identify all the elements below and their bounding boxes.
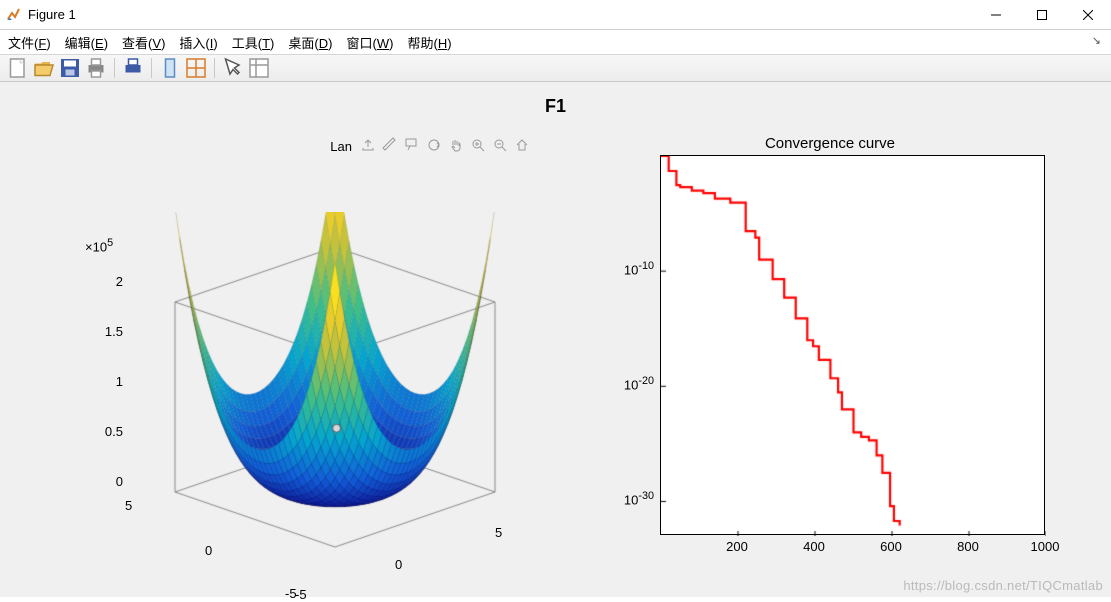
figure-client: F1 Lan ×105 2 1.5 1 0.5 0 5 0 -5 [0, 82, 1111, 597]
surface-plot[interactable] [135, 212, 535, 572]
toolbar-separator [151, 58, 152, 78]
chevron-down-icon[interactable]: ↘ [1092, 34, 1101, 47]
print-preview-button[interactable] [121, 57, 145, 79]
toolbar [0, 54, 1111, 82]
plot-box [660, 155, 1045, 535]
home-icon[interactable] [514, 137, 530, 156]
maximize-button[interactable] [1019, 0, 1065, 30]
pointer-button[interactable] [221, 57, 245, 79]
menu-file[interactable]: 文件(F) [8, 33, 51, 52]
figure-title: F1 [0, 96, 1111, 117]
close-button[interactable] [1065, 0, 1111, 30]
menu-bar: 文件(F) 编辑(E) 查看(V) 插入(I) 工具(T) 桌面(D) 窗口(W… [0, 30, 1111, 54]
rotate-icon[interactable] [426, 137, 442, 156]
minimize-button[interactable] [973, 0, 1019, 30]
menu-edit[interactable]: 编辑(E) [65, 33, 108, 52]
axes-toolbar-label: Lan [330, 139, 352, 154]
zoom-in-icon[interactable] [470, 137, 486, 156]
layout-button[interactable] [184, 57, 208, 79]
convergence-axes[interactable]: Convergence curve 10-10 10-20 10-30 200 … [610, 137, 1050, 567]
surface-axes[interactable]: Lan ×105 2 1.5 1 0.5 0 5 0 -5 -5 0 5 [75, 142, 545, 572]
print-button[interactable] [84, 57, 108, 79]
window-title: Figure 1 [28, 7, 76, 22]
pan-icon[interactable] [448, 137, 464, 156]
zoom-out-icon[interactable] [492, 137, 508, 156]
menu-help[interactable]: 帮助(H) [407, 33, 451, 52]
watermark: https://blog.csdn.net/TIQCmatlab [903, 578, 1103, 593]
menu-view[interactable]: 查看(V) [122, 33, 165, 52]
save-button[interactable] [58, 57, 82, 79]
new-button[interactable] [6, 57, 30, 79]
data-cursor-button[interactable] [247, 57, 271, 79]
menu-insert[interactable]: 插入(I) [179, 33, 217, 52]
z-exponent-label: ×105 [85, 237, 113, 254]
link-button[interactable] [158, 57, 182, 79]
menu-window[interactable]: 窗口(W) [346, 33, 393, 52]
open-button[interactable] [32, 57, 56, 79]
menu-tools[interactable]: 工具(T) [232, 33, 275, 52]
toolbar-separator [114, 58, 115, 78]
convergence-plot[interactable] [661, 156, 1046, 536]
export-icon[interactable] [360, 137, 376, 156]
toolbar-separator [214, 58, 215, 78]
z-ticks: 2 1.5 1 0.5 0 [93, 275, 123, 525]
datatip-icon[interactable] [404, 137, 420, 156]
title-bar: Figure 1 [0, 0, 1111, 30]
matlab-icon [6, 7, 22, 23]
convergence-title: Convergence curve [610, 135, 1050, 152]
axes-toolbar: Lan [330, 137, 530, 156]
menu-desktop[interactable]: 桌面(D) [288, 33, 332, 52]
brush-icon[interactable] [382, 137, 398, 156]
